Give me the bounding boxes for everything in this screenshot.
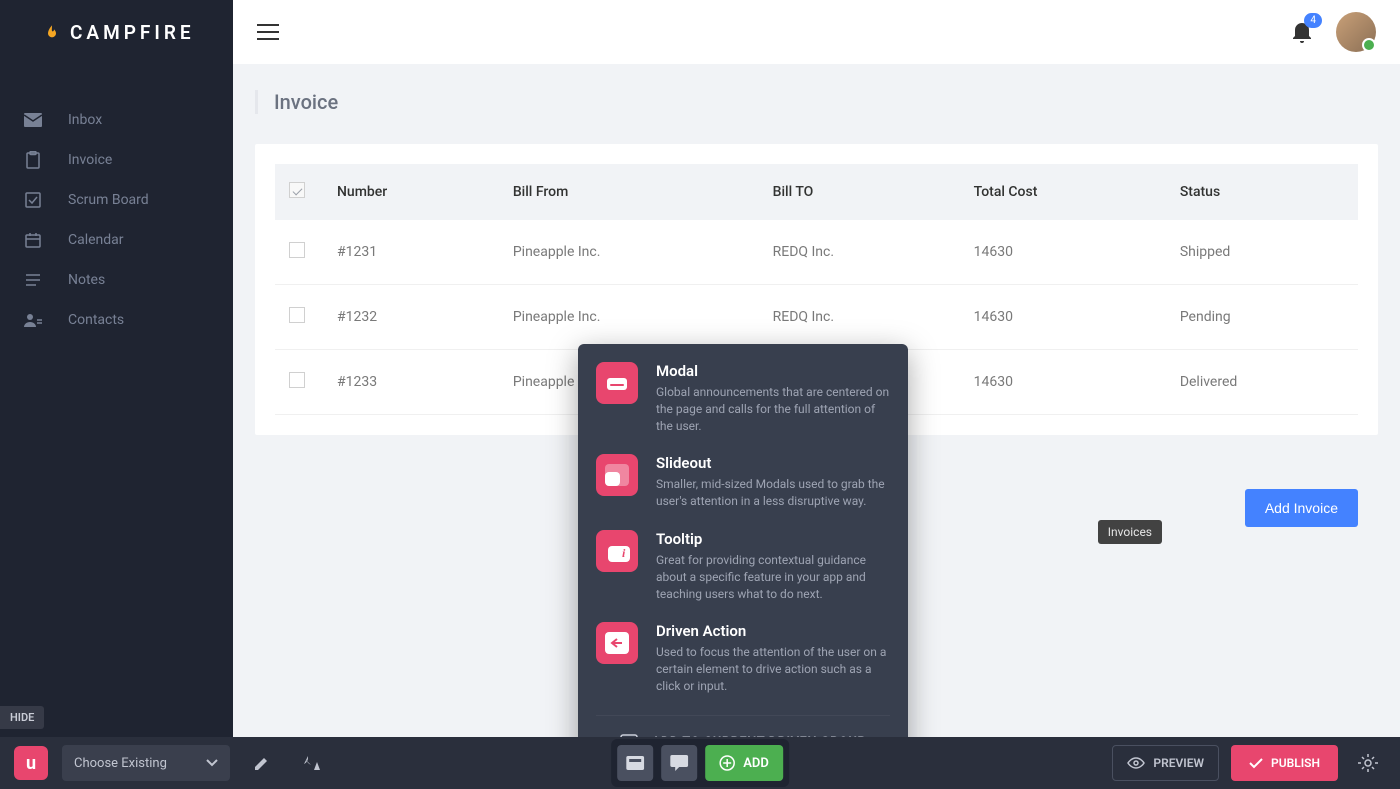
popover-item-desc: Global announcements that are centered o… [656,384,890,434]
sidebar-nav: Inbox Invoice Scrum Board Calendar Notes… [0,64,233,340]
popover-item-title: Modal [656,362,890,380]
check-icon [1249,758,1263,769]
publish-label: PUBLISH [1271,756,1320,770]
table-row[interactable]: #1232 Pineapple Inc. REDQ Inc. 14630 Pen… [275,285,1358,350]
popover-item-desc: Smaller, mid-sized Modals used to grab t… [656,476,890,510]
calendar-icon [24,231,42,249]
cell-number: #1231 [323,220,499,285]
plus-circle-icon [719,755,735,771]
pencil-icon [253,754,271,772]
cell-to: REDQ Inc. [759,285,960,350]
notification-badge: 4 [1304,13,1322,28]
row-checkbox[interactable] [289,307,305,323]
center-toolbar: ADD [611,739,789,787]
preview-label: PREVIEW [1153,756,1204,770]
topbar: 4 [233,0,1400,64]
translate-icon [302,754,322,772]
popover-item-icon [596,362,638,404]
cell-number: #1233 [323,350,499,415]
col-header: Bill From [499,164,759,220]
cell-cost: 14630 [960,220,1166,285]
sidebar-item-label: Scrum Board [68,192,149,208]
sidebar-item-label: Calendar [68,232,124,248]
checkbox-all[interactable] [289,182,305,198]
popover-item[interactable]: Modal Global announcements that are cent… [596,362,890,434]
cell-cost: 14630 [960,285,1166,350]
sidebar: CAMPFIRE Inbox Invoice Scrum Board Calen… [0,0,233,789]
sidebar-item-label: Contacts [68,312,124,328]
cell-status: Delivered [1166,350,1358,415]
sidebar-item-calendar[interactable]: Calendar [0,220,233,260]
sidebar-item-label: Invoice [68,152,112,168]
cell-to: REDQ Inc. [759,220,960,285]
sidebar-item-inbox[interactable]: Inbox [0,100,233,140]
col-header: Total Cost [960,164,1166,220]
col-header: Number [323,164,499,220]
notifications-button[interactable]: 4 [1292,21,1312,43]
add-invoice-button[interactable]: Add Invoice [1245,489,1358,527]
mail-icon [24,111,42,129]
publish-button[interactable]: PUBLISH [1231,745,1338,781]
popover-item-title: Slideout [656,454,890,472]
add-button[interactable]: ADD [705,745,783,781]
preview-button[interactable]: PREVIEW [1112,745,1219,781]
cell-status: Pending [1166,285,1358,350]
popover-item[interactable]: Driven Action Used to focus the attentio… [596,622,890,694]
gear-icon [1358,753,1378,773]
choose-label: Choose Existing [74,756,167,771]
brand-name: CAMPFIRE [70,21,195,44]
check-square-icon [24,191,42,209]
sidebar-item-label: Inbox [68,112,102,128]
tooltip-label: Invoices [1098,520,1162,544]
popover-item[interactable]: Slideout Smaller, mid-sized Modals used … [596,454,890,510]
add-popover: Modal Global announcements that are cent… [578,344,908,768]
popover-item-desc: Used to focus the attention of the user … [656,644,890,694]
cell-from: Pineapple Inc. [499,285,759,350]
popover-item-icon [596,622,638,664]
card-button[interactable] [617,745,653,781]
cell-from: Pineapple Inc. [499,220,759,285]
popover-item-icon [596,454,638,496]
col-header: Bill TO [759,164,960,220]
add-label: ADD [743,756,769,771]
settings-button[interactable] [1350,745,1386,781]
edit-button[interactable] [244,745,280,781]
flame-icon [44,22,60,42]
sidebar-item-notes[interactable]: Notes [0,260,233,300]
brand: CAMPFIRE [0,0,233,64]
popover-item-icon: i [596,530,638,572]
table-row[interactable]: #1231 Pineapple Inc. REDQ Inc. 14630 Shi… [275,220,1358,285]
row-checkbox[interactable] [289,372,305,388]
popover-item-desc: Great for providing contextual guidance … [656,552,890,602]
sidebar-item-label: Notes [68,272,105,288]
comment-icon [670,755,688,771]
app-logo[interactable]: u [14,746,48,780]
row-checkbox[interactable] [289,242,305,258]
comment-button[interactable] [661,745,697,781]
col-header: Status [1166,164,1358,220]
avatar[interactable] [1336,12,1376,52]
page-title: Invoice [274,90,1378,114]
person-icon [24,311,42,329]
hamburger-icon[interactable] [257,24,279,40]
cell-cost: 14630 [960,350,1166,415]
popover-item[interactable]: i Tooltip Great for providing contextual… [596,530,890,602]
choose-existing-dropdown[interactable]: Choose Existing [62,745,230,781]
cell-number: #1232 [323,285,499,350]
translate-button[interactable] [294,745,330,781]
chevron-down-icon [206,759,218,767]
popover-item-title: Tooltip [656,530,890,548]
clipboard-icon [24,151,42,169]
popover-item-title: Driven Action [656,622,890,640]
sidebar-item-invoice[interactable]: Invoice [0,140,233,180]
cell-status: Shipped [1166,220,1358,285]
card-icon [626,756,644,770]
sidebar-item-scrum[interactable]: Scrum Board [0,180,233,220]
sidebar-item-contacts[interactable]: Contacts [0,300,233,340]
notes-icon [24,271,42,289]
hide-tab[interactable]: HIDE [0,706,44,729]
eye-icon [1127,757,1145,769]
bottombar: u Choose Existing ADD PRE [0,737,1400,789]
